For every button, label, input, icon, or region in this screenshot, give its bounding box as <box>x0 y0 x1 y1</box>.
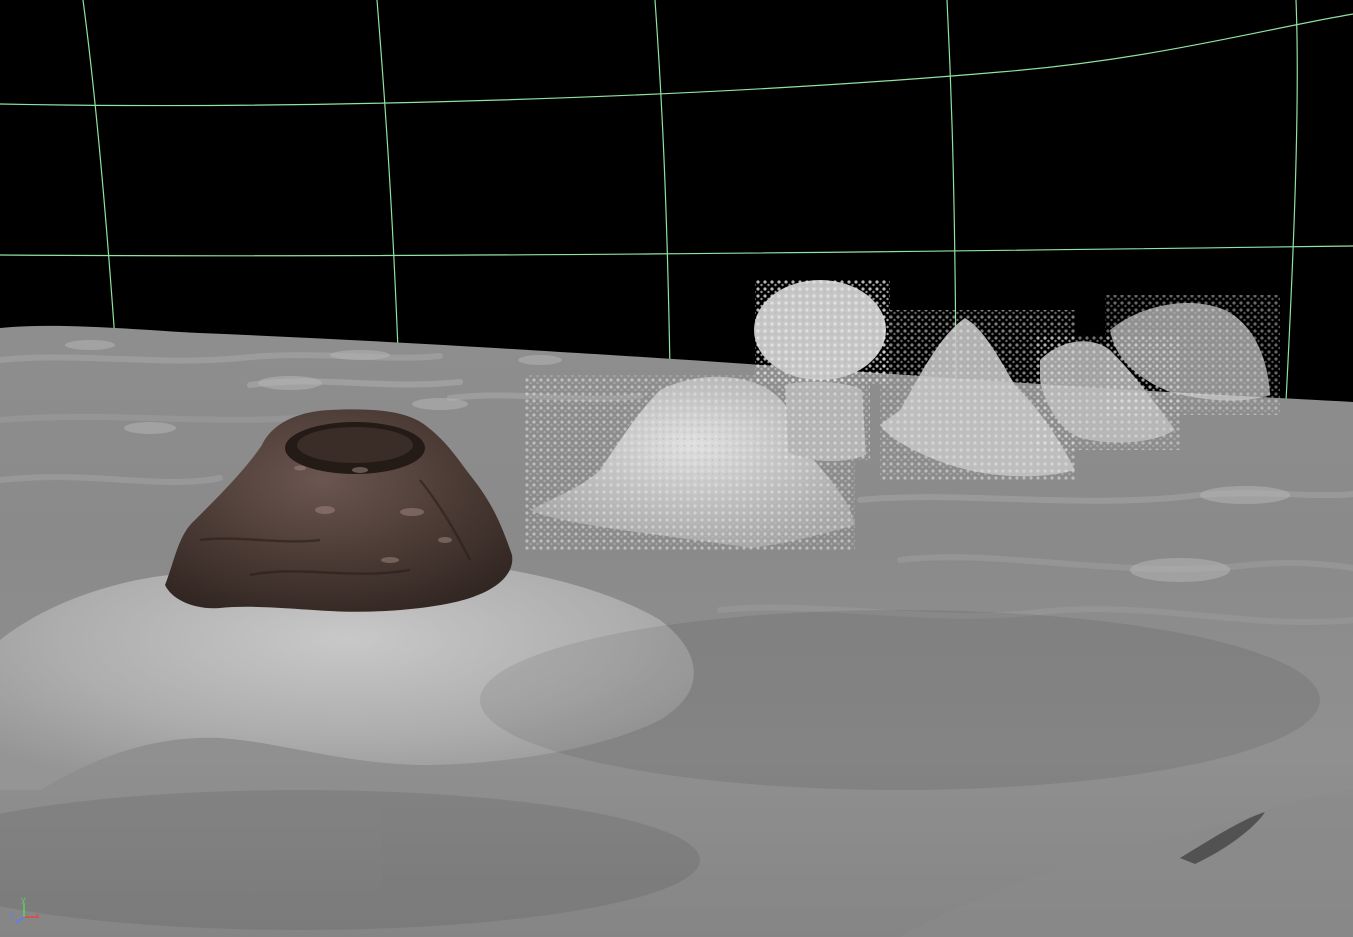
axis-gizmo: x y z <box>6 893 46 933</box>
axis-label-x: x <box>35 911 40 920</box>
axis-label-y: y <box>21 895 26 904</box>
3d-viewport[interactable]: x y z <box>0 0 1353 937</box>
axis-label-z: z <box>10 911 15 920</box>
viewport-scene <box>0 0 1353 937</box>
